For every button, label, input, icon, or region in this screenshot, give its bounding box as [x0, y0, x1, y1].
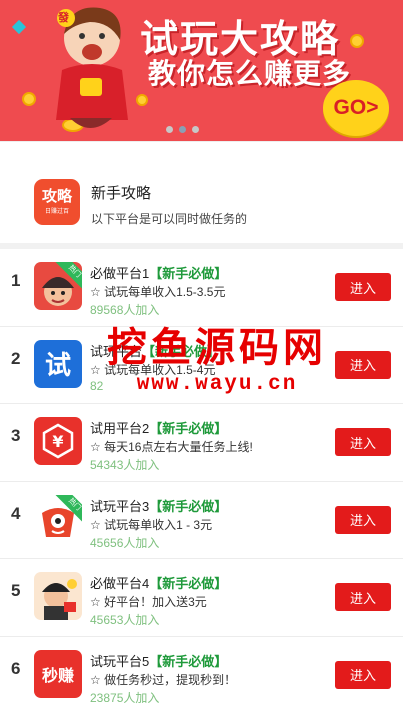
app-description: ☆ 做任务秒过，提现秒到！ [90, 672, 237, 687]
join-button[interactable]: 进入 [335, 660, 391, 689]
app-name-text: 试玩平台 [90, 343, 143, 359]
app-name-text: 试玩平台3 [90, 498, 150, 514]
new-user-tag: 【新手必做】 [149, 421, 228, 436]
join-count: 89568人加入 [90, 303, 160, 317]
coin-decoration [350, 34, 364, 48]
carousel-dot[interactable] [192, 126, 199, 133]
guide-icon: 攻略 日赚过百 [34, 179, 80, 225]
guide-title: 新手攻略 [91, 185, 152, 202]
list-item[interactable]: 5 必做平台4【新手必做】 ☆ 好平台！加入送3元 45653人加入 进入 [0, 559, 403, 637]
app-description: ☆ 试玩每单收入1.5-4元 [90, 362, 216, 377]
app-name: 试用平台2【新手必做】 [90, 418, 227, 437]
join-button[interactable]: 进入 [335, 583, 391, 611]
app-name: 试玩平台【新手必做】 [90, 341, 220, 360]
app-description: ☆ 试玩每单收入1.5-3.5元 [90, 285, 226, 299]
go-button[interactable]: GO> [323, 80, 389, 136]
new-user-tag: 【新手必做】 [149, 498, 228, 514]
app-icon-monster[interactable]: 热门 [34, 494, 82, 543]
coin-decoration [22, 92, 36, 106]
join-count: 23875人加入 [90, 690, 160, 705]
fortune-badge: 發 [58, 12, 69, 24]
list-item[interactable]: 1 热门 必做平台1【新手必做】 ☆ 试玩每单收入1.5-3.5元 89568人… [0, 249, 403, 327]
cartoon-character-illustration [56, 7, 128, 128]
join-count: 45653人加入 [90, 613, 160, 627]
new-user-tag: 【新手必做】 [149, 266, 228, 281]
list-item[interactable]: 6 秒赚 试玩平台5【新手必做】 ☆ 做任务秒过，提现秒到！ 23875人加入 … [0, 637, 403, 708]
app-name-text: 试玩平台5 [90, 653, 150, 669]
guide-description: 以下平台是可以同时做任务的 [91, 212, 248, 226]
app-name: 试玩平台3【新手必做】 [90, 496, 227, 515]
rank-number: 5 [11, 581, 21, 600]
rank-number: 2 [11, 348, 21, 368]
app-icon-text: 试 [44, 351, 71, 381]
list-item[interactable]: 2 试 试玩平台【新手必做】 ☆ 试玩每单收入1.5-4元 82 进入 [0, 327, 403, 404]
list-item[interactable]: 3 ¥ 试用平台2【新手必做】 ☆ 每天16点左右大量任务上线! 54343人加… [0, 404, 403, 482]
app-name-text: 必做平台1 [90, 266, 150, 281]
new-user-tag: 【新手必做】 [149, 576, 228, 591]
svg-text:¥: ¥ [52, 432, 63, 451]
carousel-indicators[interactable] [166, 126, 199, 133]
join-button[interactable]: 进入 [335, 505, 391, 534]
list-item[interactable]: 4 热门 试玩平台3【新手必做】 ☆ 试玩每单收入1 - 3元 45656人加入… [0, 482, 403, 559]
join-count: 82 [90, 378, 104, 393]
gem-decoration [11, 19, 27, 35]
new-user-tag: 【新手必做】 [142, 343, 221, 359]
platform-list: 1 热门 必做平台1【新手必做】 ☆ 试玩每单收入1.5-3.5元 89568人… [0, 249, 403, 708]
rank-number: 6 [11, 658, 21, 678]
app-name: 必做平台1【新手必做】 [90, 263, 227, 282]
join-count: 54343人加入 [90, 458, 160, 472]
yuan-shield-icon: ¥ [42, 423, 74, 459]
app-name: 必做平台4【新手必做】 [90, 573, 227, 592]
app-icon-trial[interactable]: 试 [34, 339, 82, 388]
promo-banner[interactable]: 發 试玩大攻略 教你怎么赚更多 GO> [0, 0, 403, 141]
join-button[interactable]: 进入 [335, 350, 391, 379]
carousel-dot[interactable] [166, 126, 173, 133]
beginner-guide-section[interactable]: 攻略 日赚过百 新手攻略 以下平台是可以同时做任务的 [0, 141, 403, 243]
app-description: ☆ 好平台！加入送3元 [90, 595, 207, 609]
guide-icon-text: 攻略 [41, 187, 72, 205]
guide-icon-subtext: 日赚过百 [44, 208, 69, 215]
app-icon-money-man[interactable] [34, 572, 82, 620]
money-man-icon [42, 579, 77, 620]
new-user-tag: 【新手必做】 [149, 653, 228, 669]
app-description: ☆ 每天16点左右大量任务上线! [90, 440, 253, 454]
app-description: ☆ 试玩每单收入1 - 3元 [90, 517, 213, 532]
app-icon-text: 秒赚 [41, 665, 74, 685]
join-count: 45656人加入 [90, 535, 160, 550]
rank-number: 3 [11, 426, 21, 445]
app-icon-miaozhuan[interactable]: 秒赚 [34, 649, 82, 698]
rank-number: 1 [11, 271, 21, 290]
join-button[interactable]: 进入 [335, 273, 391, 301]
app-icon-yuan[interactable]: ¥ [34, 417, 82, 465]
carousel-dot-active[interactable] [179, 126, 186, 133]
app-name-text: 必做平台4 [90, 576, 150, 591]
app-name-text: 试用平台2 [90, 421, 150, 436]
banner-subtitle: 教你怎么赚更多 [148, 57, 352, 90]
app-name: 试玩平台5【新手必做】 [90, 651, 227, 670]
rank-number: 4 [11, 503, 21, 523]
join-button[interactable]: 进入 [335, 428, 391, 456]
app-icon-cartoon-boy[interactable]: 热门 [34, 262, 82, 310]
